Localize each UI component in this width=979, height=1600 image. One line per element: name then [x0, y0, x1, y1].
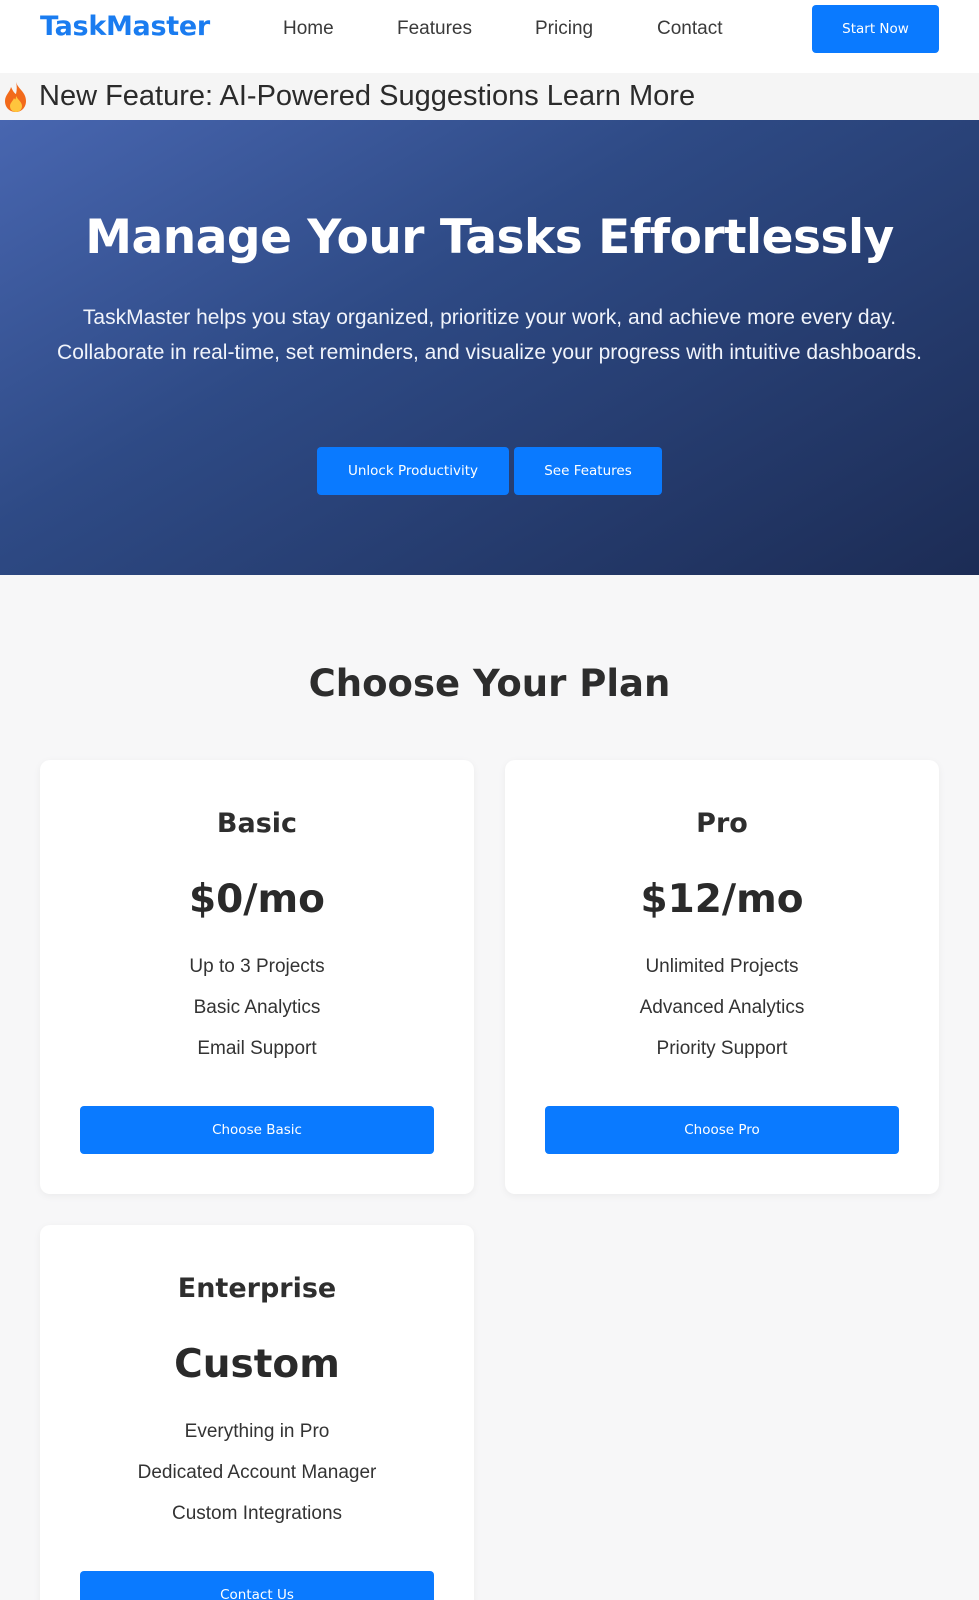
banner-text: New Feature: AI-Powered Suggestions Lear…	[39, 80, 696, 112]
plan-feature: Dedicated Account Manager	[137, 1462, 377, 1483]
plan-feature: Advanced Analytics	[639, 997, 805, 1018]
start-now-button[interactable]: Start Now	[812, 5, 939, 53]
plan-card-pro: Pro $12/mo Unlimited Projects Advanced A…	[505, 760, 939, 1194]
plan-feature: Custom Integrations	[171, 1503, 343, 1524]
plan-feature: Unlimited Projects	[645, 956, 799, 977]
choose-pro-button[interactable]: Choose Pro	[545, 1106, 899, 1154]
plan-name: Pro	[696, 808, 748, 839]
logo[interactable]: TaskMaster	[40, 11, 210, 42]
see-features-button[interactable]: See Features	[514, 447, 662, 495]
nav-link-pricing[interactable]: Pricing	[535, 18, 593, 40]
contact-us-button[interactable]: Contact Us	[80, 1571, 434, 1600]
fire-icon	[1, 81, 31, 113]
announcement-banner[interactable]: New Feature: AI-Powered Suggestions Lear…	[0, 73, 979, 120]
plan-feature: Priority Support	[656, 1038, 788, 1059]
hero-section: Manage Your Tasks Effortlessly TaskMaste…	[0, 120, 979, 575]
plan-feature: Up to 3 Projects	[189, 956, 325, 977]
nav-link-home[interactable]: Home	[283, 18, 334, 40]
hero-title: Manage Your Tasks Effortlessly	[85, 210, 894, 265]
nav-link-contact[interactable]: Contact	[657, 18, 722, 40]
unlock-productivity-button[interactable]: Unlock Productivity	[317, 447, 509, 495]
plan-feature: Everything in Pro	[184, 1421, 330, 1442]
plan-name: Enterprise	[177, 1273, 337, 1304]
plan-feature: Email Support	[197, 1038, 317, 1059]
hero-description: TaskMaster helps you stay organized, pri…	[57, 306, 922, 364]
plan-card-enterprise: Enterprise Custom Everything in Pro Dedi…	[40, 1225, 474, 1600]
plan-feature: Basic Analytics	[193, 997, 321, 1018]
top-navbar: TaskMaster Home Features Pricing Contact…	[0, 0, 979, 73]
plan-name: Basic	[216, 808, 298, 839]
choose-basic-button[interactable]: Choose Basic	[80, 1106, 434, 1154]
pricing-title: Choose Your Plan	[308, 662, 671, 705]
plan-card-basic: Basic $0/mo Up to 3 Projects Basic Analy…	[40, 760, 474, 1194]
plan-price: $12/mo	[640, 877, 804, 922]
nav-link-features[interactable]: Features	[397, 18, 472, 40]
plan-price: $0/mo	[189, 877, 325, 922]
plan-price: Custom	[174, 1342, 340, 1387]
